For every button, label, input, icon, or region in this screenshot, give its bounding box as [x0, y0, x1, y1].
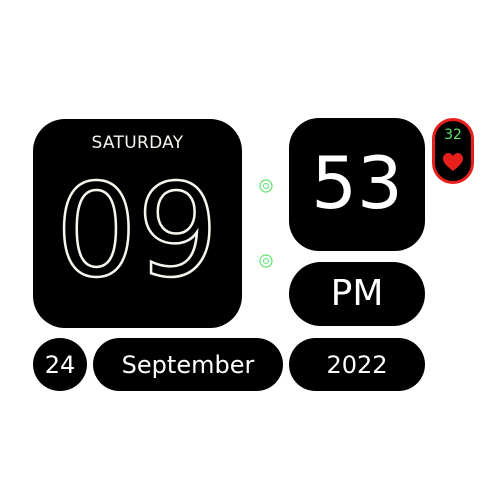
separator-dot-top [259, 179, 273, 193]
heart-rate-complication[interactable]: 32 [432, 118, 474, 184]
day-number-tile: 24 [33, 338, 87, 391]
minute-tile: 53 [289, 118, 425, 251]
year-tile: 2022 [289, 338, 425, 391]
meridiem-tile: PM [289, 262, 425, 326]
minute-digits: 53 [311, 140, 403, 225]
watch-face: SATURDAY 09 53 PM 24 September 2022 32 [0, 0, 500, 500]
hour-digits: 09 [56, 157, 219, 306]
hour-tile: SATURDAY 09 [33, 119, 242, 328]
month-tile: September [93, 338, 283, 391]
heart-rate-value: 32 [444, 127, 462, 143]
year-number: 2022 [326, 350, 388, 379]
meridiem-label: PM [330, 273, 384, 314]
month-name: September [121, 350, 255, 379]
separator-dot-bottom [259, 254, 273, 268]
hour-display: 09 [54, 156, 219, 308]
heart-icon [443, 153, 463, 171]
day-number: 24 [44, 350, 76, 379]
